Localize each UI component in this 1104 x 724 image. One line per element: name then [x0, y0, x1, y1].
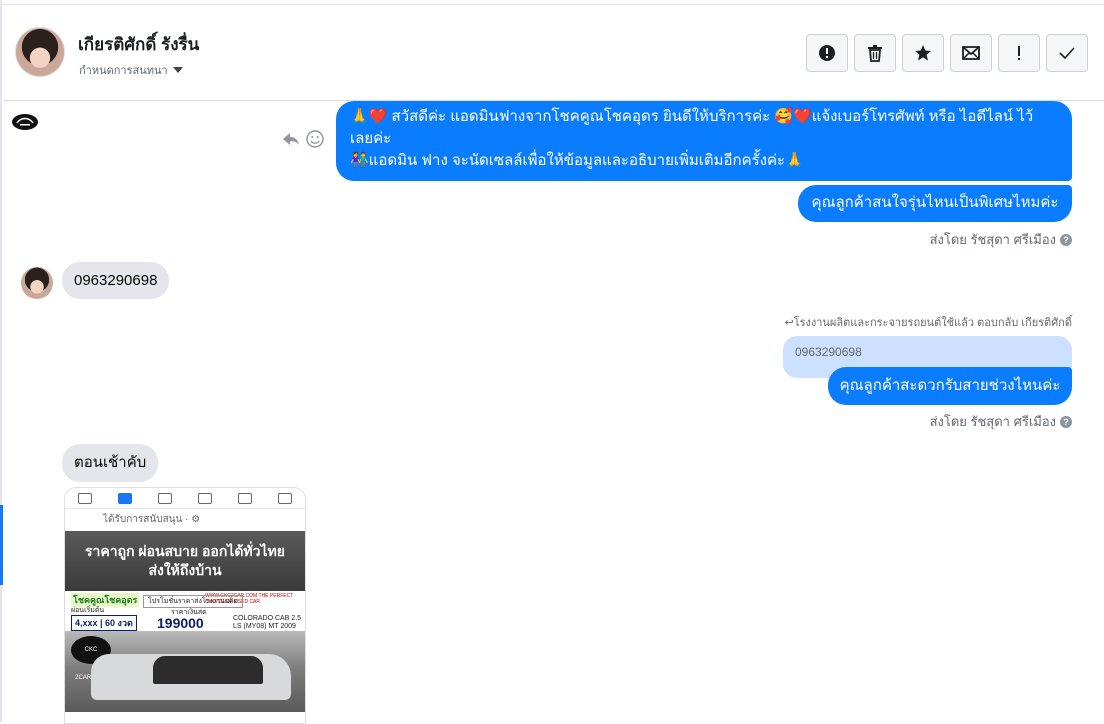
marketplace-icon — [158, 492, 172, 504]
page-logo-icon — [12, 114, 38, 130]
message-line: 👫แอดมิน ฟาง จะนัดเซลล์เพื่อให้ข้อมูลและอ… — [350, 152, 804, 169]
react-smile-icon[interactable] — [306, 130, 324, 148]
conversation-header: เกียรติศักดิ์ รังรื่น กำหนดการสนทนา — [3, 5, 1104, 101]
ad-installment: 4,xxx | 60 งวด — [71, 615, 137, 631]
contact-avatar[interactable] — [15, 27, 65, 77]
sent-by-label: ส่งโดย รัชสุดา ศรีเมือง ? — [930, 229, 1072, 250]
car-image — [91, 654, 291, 700]
trash-icon — [868, 45, 882, 62]
mark-unread-button[interactable] — [950, 34, 992, 72]
report-spam-button[interactable] — [806, 34, 848, 72]
ad-model: COLORADO CAB 2.5 LS (MY08) MT 2009 — [233, 615, 302, 630]
sent-by-label: ส่งโดย รัชสุดา ศรีเมือง ? — [930, 411, 1072, 432]
car-photo: CKC 2CAR.COM — [65, 632, 305, 712]
exclamation-icon — [1018, 46, 1020, 60]
outgoing-message[interactable]: คุณลูกค้าสนใจรุ่นไหนเป็นพิเศษไหมค่ะ — [798, 185, 1072, 222]
incoming-message[interactable]: 0963290698 — [62, 262, 170, 299]
message-line: 🙏❤️ สวัสดีค่ะ แอดมินฟางจากโชคคูณโชคอุดร … — [350, 108, 1034, 125]
mark-done-button[interactable] — [1046, 34, 1088, 72]
outgoing-message[interactable]: 🙏❤️ สวัสดีค่ะ แอดมินฟางจากโชคคูณโชคอุดร … — [336, 101, 1072, 181]
caret-down-icon — [172, 67, 183, 73]
outgoing-message[interactable]: คุณลูกค้าสะดวกรับสายช่วงไหนค่ะ — [828, 367, 1072, 405]
envelope-icon — [962, 46, 980, 60]
help-icon[interactable]: ? — [1060, 233, 1072, 246]
follow-up-button[interactable] — [998, 34, 1040, 72]
sent-by-text: ส่งโดย รัชสุดา ศรีเมือง — [929, 414, 1056, 429]
reply-icon[interactable] — [282, 131, 300, 147]
video-icon — [118, 492, 132, 504]
message-line: เลยค่ะ — [350, 130, 392, 147]
star-button[interactable] — [902, 34, 944, 72]
heart-shield-icon — [198, 492, 212, 504]
assign-label: กำหนดการสนทนา — [79, 65, 168, 77]
assign-conversation-dropdown[interactable]: กำหนดการสนทนา — [79, 61, 183, 79]
bell-icon — [238, 492, 252, 504]
message-actions — [282, 130, 324, 148]
incoming-message[interactable]: ตอนเช้าคับ — [62, 444, 159, 482]
car-windshield — [153, 656, 263, 684]
reply-context: ↩โรงงานผลิตและกระจายรถยนต์ใช้แล้ว ตอบกลั… — [784, 317, 1072, 329]
delete-button[interactable] — [854, 34, 896, 72]
left-border — [0, 0, 2, 722]
attachment-nav-bar — [65, 488, 305, 509]
star-icon — [915, 45, 931, 61]
ad-price-panel: โชคคูณโชคอุดร ผ่อนเริ่มต้น 4,xxx | 60 งว… — [65, 591, 305, 632]
sponsored-label: ได้รับการสนับสนุน · ⚙ — [103, 514, 201, 525]
help-icon[interactable]: ? — [1060, 415, 1072, 428]
contact-name[interactable]: เกียรติศักดิ์ รังรื่น — [78, 31, 199, 58]
conversation-toolbar — [806, 34, 1088, 72]
image-attachment[interactable]: ได้รับการสนับสนุน · ⚙ ราคาถูก ผ่อนสบาย อ… — [64, 487, 306, 724]
ad-banner: ราคาถูก ผ่อนสบาย ออกได้ทั่วไทย ส่งให้ถึง… — [65, 531, 305, 591]
customer-avatar[interactable] — [21, 267, 53, 299]
home-icon — [78, 492, 92, 504]
ad-subheadline: ส่งให้ถึงบ้าน — [148, 562, 222, 578]
ad-price: 199000 — [157, 615, 204, 631]
check-icon — [1059, 47, 1075, 59]
ad-headline: ราคาถูก ผ่อนสบาย ออกได้ทั่วไทย — [84, 543, 285, 559]
active-indicator — [0, 505, 3, 585]
menu-icon — [278, 492, 292, 504]
alert-circle-icon — [819, 45, 835, 61]
sent-by-text: ส่งโดย รัชสุดา ศรีเมือง — [929, 232, 1056, 247]
